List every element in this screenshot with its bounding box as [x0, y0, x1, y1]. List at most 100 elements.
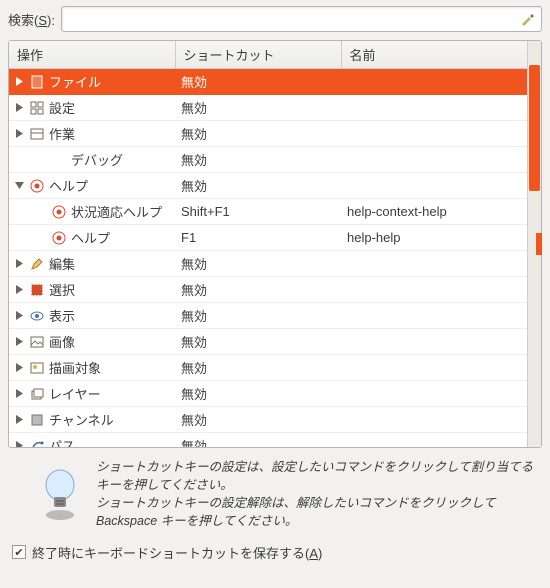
help-icon: [29, 178, 45, 194]
chevron-right-icon[interactable]: [15, 415, 25, 425]
row-name: [341, 147, 527, 173]
row-label: デバッグ: [71, 150, 123, 169]
table-row[interactable]: パス 無効: [9, 433, 527, 448]
row-shortcut: 無効: [175, 251, 341, 277]
row-shortcut: 無効: [175, 121, 341, 147]
row-name: [341, 277, 527, 303]
chevron-right-icon[interactable]: [15, 77, 25, 87]
row-name: [341, 69, 527, 95]
row-name: help-help: [341, 225, 527, 251]
table-row[interactable]: 選択 無効: [9, 277, 527, 303]
row-name: [341, 355, 527, 381]
row-name: [341, 173, 527, 199]
arrow-placeholder: [37, 155, 47, 165]
table-row[interactable]: ヘルプ F1help-help: [9, 225, 527, 251]
chevron-right-icon[interactable]: [15, 129, 25, 139]
col-shortcut[interactable]: ショートカット: [175, 41, 341, 69]
hint-line-1: ショートカットキーの設定は、設定したいコマンドをクリックして割り当てるキーを押し…: [96, 458, 534, 494]
table-row[interactable]: 設定無効: [9, 95, 527, 121]
search-label: 検索(S):: [8, 10, 55, 29]
row-label: 設定: [49, 98, 75, 117]
layer-icon: [29, 386, 45, 402]
row-label: 描画対象: [49, 358, 101, 377]
chevron-right-icon[interactable]: [15, 363, 25, 373]
drawable-icon: [29, 360, 45, 376]
chevron-down-icon[interactable]: [15, 181, 25, 191]
channel-icon: [29, 412, 45, 428]
row-name: [341, 381, 527, 407]
select-icon: [29, 282, 45, 298]
table-row[interactable]: 作業 無効: [9, 121, 527, 147]
table-row[interactable]: ヘルプ 無効: [9, 173, 527, 199]
prefs-icon: [29, 100, 45, 116]
edit-icon: [29, 256, 45, 272]
row-shortcut: 無効: [175, 147, 341, 173]
path-icon: [29, 438, 45, 448]
file-icon: [29, 74, 45, 90]
chevron-right-icon[interactable]: [15, 311, 25, 321]
view-icon: [29, 308, 45, 324]
row-label: チャンネル: [49, 410, 114, 429]
arrow-placeholder: [37, 233, 47, 243]
row-shortcut: 無効: [175, 303, 341, 329]
scrollbar-thumb[interactable]: [529, 65, 540, 191]
table-row[interactable]: チャンネル無効: [9, 407, 527, 433]
row-label: 画像: [49, 332, 75, 351]
chevron-right-icon[interactable]: [15, 103, 25, 113]
save-on-exit-checkbox[interactable]: ✔: [12, 545, 26, 559]
table-row[interactable]: 画像無効: [9, 329, 527, 355]
row-name: [341, 121, 527, 147]
row-shortcut: 無効: [175, 277, 341, 303]
row-name: [341, 303, 527, 329]
table-row[interactable]: 状況適応ヘルプ Shift+F1help-context-help: [9, 199, 527, 225]
arrow-placeholder: [37, 207, 47, 217]
brush-icon: [519, 11, 535, 30]
row-shortcut: 無効: [175, 355, 341, 381]
row-shortcut: 無効: [175, 433, 341, 448]
col-name[interactable]: 名前: [341, 41, 527, 69]
row-name: [341, 251, 527, 277]
col-op[interactable]: 操作: [9, 41, 175, 69]
row-label: 作業: [49, 124, 75, 143]
row-name: [341, 433, 527, 448]
row-label: 選択: [49, 280, 75, 299]
row-label: 編集: [49, 254, 75, 273]
lightbulb-icon: [36, 458, 84, 531]
save-on-exit-label: 終了時にキーボードショートカットを保存する(A): [32, 543, 322, 562]
row-label: 状況適応ヘルプ: [71, 202, 162, 221]
row-label: パス: [49, 436, 75, 447]
image-icon: [29, 334, 45, 350]
chevron-right-icon[interactable]: [15, 441, 25, 448]
scrollbar[interactable]: [527, 41, 541, 447]
row-name: [341, 407, 527, 433]
table-row[interactable]: 表示無効: [9, 303, 527, 329]
chevron-right-icon[interactable]: [15, 337, 25, 347]
chevron-right-icon[interactable]: [15, 389, 25, 399]
row-label: ファイル: [49, 72, 101, 91]
table-row[interactable]: ファイル 無効: [9, 69, 527, 95]
save-on-exit-row[interactable]: ✔ 終了時にキーボードショートカットを保存する(A): [8, 541, 542, 564]
row-label: ヘルプ: [71, 228, 110, 247]
work-icon: [29, 126, 45, 142]
row-shortcut: 無効: [175, 173, 341, 199]
row-shortcut: Shift+F1: [175, 199, 341, 225]
table-row[interactable]: レイヤー無効: [9, 381, 527, 407]
table-row[interactable]: 編集 無効: [9, 251, 527, 277]
search-row: 検索(S):: [8, 6, 542, 32]
hint-panel: ショートカットキーの設定は、設定したいコマンドをクリックして割り当てるキーを押し…: [8, 448, 542, 541]
chevron-right-icon[interactable]: [15, 259, 25, 269]
row-shortcut: F1: [175, 225, 341, 251]
row-name: [341, 329, 527, 355]
shortcut-table: 操作 ショートカット 名前 ファイル無効設定無効作業無効デバッグ無効ヘルプ無効状…: [8, 40, 542, 448]
help-icon: [51, 230, 67, 246]
row-name: help-context-help: [341, 199, 527, 225]
row-shortcut: 無効: [175, 69, 341, 95]
table-row[interactable]: 描画対象 無効: [9, 355, 527, 381]
chevron-right-icon[interactable]: [15, 285, 25, 295]
help-icon: [51, 204, 67, 220]
table-row[interactable]: デバッグ 無効: [9, 147, 527, 173]
hint-line-2: ショートカットキーの設定解除は、解除したいコマンドをクリックして Backspa…: [96, 494, 534, 530]
row-label: ヘルプ: [49, 176, 88, 195]
row-label: レイヤー: [49, 384, 101, 403]
search-input[interactable]: [61, 6, 542, 32]
